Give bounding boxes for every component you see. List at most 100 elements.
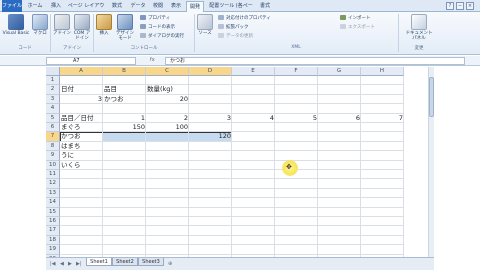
row-header-2[interactable]: 2 (46, 85, 60, 95)
tab-data[interactable]: データ (128, 1, 148, 12)
column-header-d[interactable]: D (189, 67, 232, 76)
row-header-10[interactable]: 10 (46, 160, 60, 170)
tab-formulas[interactable]: 数式 (108, 1, 126, 12)
cell-a5[interactable]: 品目／日付 (60, 114, 103, 123)
cell-a9[interactable]: うに (60, 151, 103, 160)
cursor-highlight: ✥ (282, 160, 298, 176)
cell-a6[interactable]: まぐろ (60, 123, 103, 132)
row-header-5[interactable]: 5 (46, 113, 60, 123)
minimize-ribbon-icon[interactable]: − (456, 2, 464, 10)
export-button[interactable]: エクスポート (340, 24, 375, 31)
design-mode-button[interactable]: デザイン モード (114, 14, 136, 41)
column-header-e[interactable]: E (232, 67, 275, 76)
expansion-pack-button[interactable]: 拡張パック (218, 24, 249, 31)
row-header-13[interactable]: 13 (46, 188, 60, 199)
sheet-tab-sheet3[interactable]: Sheet3 (138, 258, 164, 266)
column-header-f[interactable]: F (275, 67, 318, 76)
tab-view[interactable]: 表示 (168, 1, 184, 12)
tab-review[interactable]: 校閲 (150, 1, 166, 12)
formula-bar: A7 fx かつお (0, 56, 480, 66)
name-box[interactable]: A7 (46, 57, 136, 65)
tab-insert[interactable]: 挿入 (48, 1, 64, 12)
import-button[interactable]: インポート (340, 15, 371, 22)
first-sheet-icon[interactable]: |◀ (50, 261, 56, 267)
cell-a7[interactable]: かつお (60, 132, 103, 141)
row-header-4[interactable]: 4 (46, 104, 60, 114)
row-header-12[interactable]: 12 (46, 179, 60, 189)
row-header-3[interactable]: 3 (46, 94, 60, 105)
toolbox-icon (96, 14, 112, 30)
cell-f5[interactable]: 5 (275, 114, 318, 123)
macro-button[interactable]: マクロ (32, 14, 48, 36)
row-header-16[interactable]: 16 (46, 217, 60, 227)
cell-d7[interactable]: 120 (189, 132, 232, 141)
row-header-15[interactable]: 15 (46, 207, 60, 217)
map-properties-button[interactable]: 対応付けのプロパティ (218, 15, 271, 22)
row-header-17[interactable]: 17 (46, 226, 60, 236)
visual-basic-button[interactable]: Visual Basic (1, 14, 31, 36)
cell-g5[interactable]: 6 (318, 114, 361, 123)
select-all-corner[interactable] (46, 67, 60, 76)
row-header-14[interactable]: 14 (46, 198, 60, 208)
cell-c6[interactable]: 100 (146, 123, 189, 132)
tab-home[interactable]: ホーム (24, 1, 46, 12)
cell-a8[interactable]: はまち (60, 142, 103, 151)
cell-c5[interactable]: 2 (146, 114, 189, 123)
close-window-icon[interactable]: × (466, 2, 474, 10)
cell-b2[interactable]: 品目 (103, 85, 146, 94)
view-code-button[interactable]: コードの表示 (140, 24, 175, 31)
cell-e5[interactable]: 4 (232, 114, 275, 123)
group-label-addins: アドイン (63, 46, 81, 51)
vertical-scroll-thumb[interactable] (429, 77, 434, 117)
document-panel-button[interactable]: ドキュメント パネル (404, 14, 434, 41)
column-header-g[interactable]: G (318, 67, 361, 76)
cell-a3[interactable]: 3 (60, 95, 103, 104)
next-sheet-icon[interactable]: ▶ (68, 261, 72, 267)
properties-icon (140, 15, 146, 20)
cell-b3[interactable]: かつお (103, 95, 146, 104)
column-header-c[interactable]: C (146, 67, 189, 76)
addin-button[interactable]: アドイン (52, 14, 72, 36)
com-addin-button[interactable]: COM アドイン (73, 14, 91, 41)
properties-button[interactable]: プロパティ (140, 15, 170, 22)
cell-d5[interactable]: 3 (189, 114, 232, 123)
cell-b6[interactable]: 150 (103, 123, 146, 132)
xml-source-button[interactable]: ソース (197, 14, 213, 36)
cell-a2[interactable]: 日付 (60, 85, 103, 94)
column-header-b[interactable]: B (103, 67, 146, 76)
help-icon[interactable]: ? (446, 2, 454, 10)
formula-input[interactable]: かつお (165, 57, 465, 65)
tab-format[interactable]: 書式 (258, 1, 272, 12)
row-header-7[interactable]: 7 (46, 132, 60, 142)
sheet-tab-sheet1[interactable]: Sheet1 (86, 258, 112, 266)
tab-file[interactable]: ファイル (2, 0, 22, 12)
prev-sheet-icon[interactable]: ◀ (60, 261, 64, 267)
worksheet-grid[interactable]: ABCDEFGH1234567891011121314151617181920日… (46, 67, 434, 257)
sheet-tab-sheet2[interactable]: Sheet2 (112, 258, 138, 266)
last-sheet-icon[interactable]: ▶| (76, 261, 82, 267)
row-header-9[interactable]: 9 (46, 151, 60, 161)
column-header-a[interactable]: A (60, 67, 103, 76)
row-header-19[interactable]: 19 (46, 245, 60, 255)
run-dialog-icon (140, 33, 146, 38)
refresh-data-button[interactable]: データの更新 (218, 33, 253, 40)
insert-control-button[interactable]: 挿入 (96, 14, 112, 36)
insert-sheet-icon[interactable]: ⊕ (168, 261, 172, 267)
vertical-scrollbar[interactable] (428, 67, 434, 257)
tab-page-layout[interactable]: ページ レイアウト (66, 1, 106, 20)
cell-a10[interactable]: いくら (60, 161, 103, 170)
row-header-8[interactable]: 8 (46, 141, 60, 152)
row-header-11[interactable]: 11 (46, 170, 60, 180)
mouse-pointer-icon: ✥ (286, 163, 292, 171)
cell-b5[interactable]: 1 (103, 114, 146, 123)
row-header-1[interactable]: 1 (46, 76, 60, 86)
tab-drawing-tools[interactable]: 配置ツール (各ページ) (206, 1, 256, 20)
row-header-6[interactable]: 6 (46, 123, 60, 133)
cell-c2[interactable]: 数量(kg) (146, 85, 189, 94)
row-header-18[interactable]: 18 (46, 235, 60, 246)
cell-h5[interactable]: 7 (361, 114, 404, 123)
cell-c3[interactable]: 20 (146, 95, 189, 104)
run-dialog-button[interactable]: ダイアログの実行 (140, 33, 184, 40)
insert-function-icon[interactable]: fx (150, 57, 155, 63)
column-header-h[interactable]: H (361, 67, 404, 76)
